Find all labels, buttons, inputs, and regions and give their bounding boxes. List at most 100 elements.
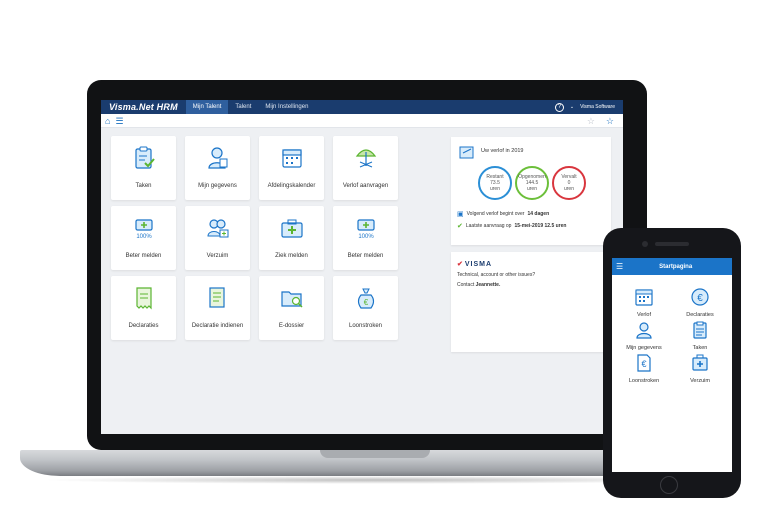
first-aid-kit-icon [280,219,303,238]
contact-name[interactable]: Jeannette. [476,282,501,288]
tile-label: Verzuim [206,253,229,259]
chevron-down-icon[interactable]: ⌄ [570,104,574,110]
tile-label: Mijn gegevens [198,183,237,189]
phone-tile-mijn-gegevens[interactable]: Mijn gegevens [619,321,669,351]
product-mockup: Visma.Net HRM Mijn Talent Talent Mijn In… [0,0,762,518]
tile-declaratie-indienen[interactable]: Declaratie indienen [185,276,250,340]
support-text: Technical, account or other issues? [457,272,536,278]
last-request-line: ✔ Laatste aanvraag op 15-mei-2019 12.5 u… [457,222,566,230]
tab-mijn-talent[interactable]: Mijn Talent [185,100,229,114]
circle-unit: uren [489,186,500,192]
svg-text:€: € [363,298,368,307]
phone-camera [642,241,648,247]
phone-tile-declaraties[interactable]: € Declaraties [675,288,725,318]
verlof-title: Uw verlof in 2019 [481,148,524,154]
folder-search-icon [280,291,303,308]
app-brand[interactable]: Visma.Net HRM [101,102,186,112]
svg-text:€: € [697,293,703,304]
star-outline-icon[interactable]: ☆ [587,116,595,126]
receipt-icon [135,287,152,310]
tile-label: Verlof aanvragen [342,183,389,189]
phone-tile-label: Declaraties [686,312,714,318]
tile-label: Beter melden [125,253,162,259]
last-request-prefix: Laatste aanvraag op [465,223,512,229]
medkit-100-icon: 100% [356,219,375,240]
tile-verzuim[interactable]: Verzuim [185,206,250,270]
phone-tile-label: Mijn gegevens [626,345,662,351]
tile-loonstroken[interactable]: € Loonstroken [333,276,398,340]
visma-logo-text: VISMA [464,260,493,268]
restant-circle: Restant 73.5 uren [478,166,512,200]
check-circle-icon: ✔ [457,223,463,230]
phone-tile-label: Taken [692,345,708,351]
calendar-icon [281,149,302,168]
next-leave-prefix: Volgend verlof begint over [466,211,525,217]
phone-tile-verlof[interactable]: Verlof [619,288,669,318]
calendar-plane-icon [459,146,474,159]
support-card: ✔ VISMA Technical, account or other issu… [451,252,611,352]
tile-ziek-melden[interactable]: Ziek melden [259,206,324,270]
tile-declaraties[interactable]: Declaraties [111,276,176,340]
company-name[interactable]: Visma Software [580,104,615,110]
tile-beter-melden[interactable]: 100% Beter melden [111,206,176,270]
contact-prefix: Contact [457,282,475,288]
clipboard-check-icon [134,146,155,169]
person-icon [636,322,652,339]
people-medical-icon [206,219,228,238]
phone-tile-label: Loonstroken [628,378,660,384]
home-icon[interactable]: ⌂ [105,116,110,126]
laptop-notch [320,450,430,458]
visma-logo-mark: ✔ [457,261,463,268]
tile-beter-melden-2[interactable]: 100% Beter melden [333,206,398,270]
tile-label: Loonstroken [348,323,383,329]
tab-talent[interactable]: Talent [228,100,258,114]
hamburger-menu-icon[interactable]: ☰ [616,262,623,271]
phone-speaker [655,242,689,246]
tile-label: Afdelingskalender [267,183,316,189]
last-request-value: 15-mei-2019 12.5 uren [514,223,567,229]
tile-label: Beter melden [347,253,384,259]
document-upload-icon [208,287,225,308]
phone-tile-verzuim[interactable]: Verzuim [675,354,725,384]
tile-label: Taken [135,183,152,189]
svg-text:€: € [641,359,646,369]
next-leave-value: 14 dagen [527,211,550,217]
help-icon[interactable]: ? [554,102,564,112]
vervalt-circle: Vervalt 0 uren [552,166,586,200]
tile-verlof-aanvragen[interactable]: Verlof aanvragen [333,136,398,200]
phone-tile-loonstroken[interactable]: € Loonstroken [619,354,669,384]
tile-e-dossier[interactable]: E-dossier [259,276,324,340]
tile-label: Ziek melden [275,253,308,259]
phone-tile-taken[interactable]: Taken [675,321,725,351]
circle-unit: uren [563,186,574,192]
calendar-icon [635,289,653,306]
tile-taken[interactable]: Taken [111,136,176,200]
clipboard-icon [693,321,707,339]
menu-icon[interactable]: ☰ [115,116,123,126]
tile-label: E-dossier [278,323,305,329]
svg-text:100%: 100% [358,234,374,240]
tab-mijn-instellingen[interactable]: Mijn Instellingen [258,100,315,114]
tile-afdelingskalender[interactable]: Afdelingskalender [259,136,324,200]
favorite-star-icon[interactable]: ☆ [606,116,614,126]
phone-tile-label: Verlof [636,312,652,318]
euro-document-icon: € [637,354,651,372]
person-icon [207,147,227,169]
tile-label: Declaratie indienen [191,323,244,329]
sub-toolbar: ⌂ ☰ ☆ ☆ [101,114,623,128]
phone-header: ☰ Startpagina [612,258,732,275]
calendar-icon: ▣ [457,211,464,218]
phone-screen: ☰ Startpagina Verlof € Declaraties Mijn … [612,258,732,472]
top-navigation-bar: Visma.Net HRM Mijn Talent Talent Mijn In… [101,100,623,114]
verlof-card: Uw verlof in 2019 Restant 73.5 uren Opge… [451,137,611,245]
circle-unit: uren [526,186,537,192]
support-contact: Contact Jeannette. [457,282,500,288]
tile-mijn-gegevens[interactable]: Mijn gegevens [185,136,250,200]
euro-icon: € [691,288,709,306]
phone-tile-label: Verzuim [690,378,710,384]
tile-label: Declaraties [128,323,159,329]
svg-text:100%: 100% [136,234,152,240]
medkit-100-icon: 100% [134,219,153,240]
medkit-icon [692,354,708,371]
phone-page-title: Startpagina [659,263,693,270]
